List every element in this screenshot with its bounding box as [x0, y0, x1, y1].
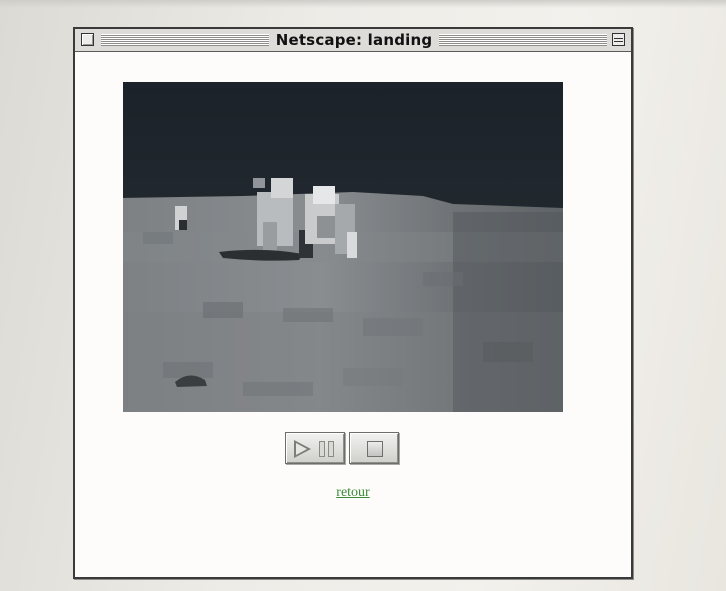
page-content: retour: [75, 52, 631, 577]
title-stripes-left: [101, 34, 269, 46]
close-box-icon[interactable]: [81, 33, 94, 46]
title-bar[interactable]: Netscape: landing: [75, 29, 631, 52]
video-player[interactable]: [123, 82, 563, 412]
stop-icon: [367, 441, 383, 457]
pause-icon: [319, 441, 325, 457]
play-pause-button[interactable]: [285, 432, 345, 464]
stop-button[interactable]: [349, 432, 399, 464]
browser-window: Netscape: landing retour: [73, 27, 633, 579]
playback-controls: [285, 432, 405, 472]
retour-link[interactable]: retour: [75, 485, 631, 501]
play-icon: [294, 440, 311, 458]
zoom-box-icon[interactable]: [612, 33, 625, 46]
pause-icon-bar: [328, 441, 334, 457]
screen-edge: [0, 0, 726, 8]
title-stripes-right: [439, 34, 607, 46]
window-title: Netscape: landing: [269, 31, 439, 49]
moon-landing-video-frame: [123, 82, 563, 412]
